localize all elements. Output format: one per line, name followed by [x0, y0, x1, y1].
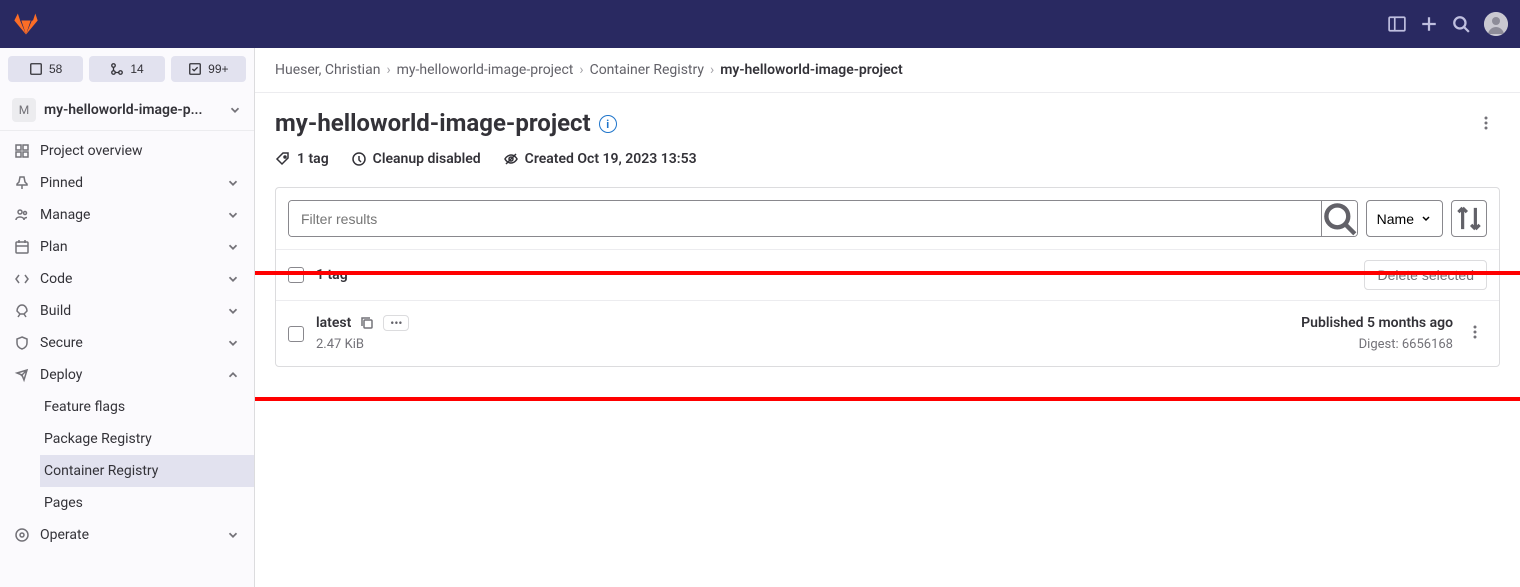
meta-cleanup: Cleanup disabled [351, 151, 481, 167]
sidebar-item-package-registry[interactable]: Package Registry [40, 423, 254, 455]
project-selector[interactable]: M my-helloworld-image-p... [0, 90, 254, 131]
sidebar-item-label: Package Registry [44, 431, 240, 447]
copy-icon[interactable] [359, 315, 375, 331]
tag-count-label: 1 tag [316, 267, 348, 283]
search-button[interactable] [1321, 201, 1357, 236]
meta-tags-label: 1 tag [297, 151, 329, 167]
overview-icon [14, 143, 30, 159]
sidebar-toggle-icon[interactable] [1388, 15, 1406, 33]
sidebar-item-manage[interactable]: Manage [0, 199, 254, 231]
sidebar-item-label: Operate [40, 527, 216, 543]
chevron-down-icon [226, 304, 240, 318]
chevron-down-icon [226, 240, 240, 254]
sidebar-item-label: Container Registry [44, 463, 240, 479]
chevron-up-icon [226, 368, 240, 382]
tag-checkbox[interactable] [288, 326, 304, 342]
sort-dropdown[interactable]: Name [1366, 200, 1443, 237]
rocket-icon [14, 303, 30, 319]
sidebar-item-operate[interactable]: Operate [0, 519, 254, 551]
search-icon[interactable] [1452, 15, 1470, 33]
sidebar-item-deploy[interactable]: Deploy [0, 359, 254, 391]
tag-name: latest [316, 315, 351, 331]
project-avatar: M [12, 98, 36, 122]
more-icon[interactable]: ••• [383, 315, 409, 331]
todos-count: 99+ [208, 62, 228, 76]
chevron-down-icon [226, 208, 240, 222]
sidebar-item-label: Pinned [40, 175, 216, 191]
sort-direction-button[interactable] [1451, 200, 1487, 237]
meta-tags: 1 tag [275, 151, 329, 167]
kebab-menu-icon[interactable] [1463, 320, 1487, 348]
todos-badge[interactable]: 99+ [171, 56, 246, 82]
sidebar-item-feature-flags[interactable]: Feature flags [40, 391, 254, 423]
tag-row: latest ••• 2.47 KiB Published 5 months a… [276, 300, 1499, 366]
sidebar-item-label: Feature flags [44, 399, 240, 415]
breadcrumb: Hueser, Christian › my-helloworld-image-… [255, 48, 1520, 93]
chevron-down-icon [226, 176, 240, 190]
sidebar-item-label: Plan [40, 239, 216, 255]
plus-icon[interactable] [1420, 15, 1438, 33]
sidebar-item-pinned[interactable]: Pinned [0, 167, 254, 199]
sidebar-item-label: Code [40, 271, 216, 287]
chevron-down-icon [226, 272, 240, 286]
meta-cleanup-label: Cleanup disabled [373, 151, 481, 167]
breadcrumb-current: my-helloworld-image-project [720, 62, 902, 78]
chevron-down-icon [228, 103, 242, 117]
sidebar-item-label: Deploy [40, 367, 216, 383]
project-name: my-helloworld-image-p... [44, 102, 220, 118]
tag-published: Published 5 months ago [1301, 315, 1453, 331]
sidebar-item-label: Build [40, 303, 216, 319]
issues-badge[interactable]: 58 [8, 56, 83, 82]
sidebar-item-label: Project overview [40, 143, 240, 159]
breadcrumb-registry[interactable]: Container Registry [590, 62, 704, 78]
sidebar-item-label: Pages [44, 495, 240, 511]
sidebar-item-plan[interactable]: Plan [0, 231, 254, 263]
meta-created-label: Created Oct 19, 2023 13:53 [525, 151, 697, 167]
tag-size: 2.47 KiB [316, 337, 409, 352]
tag-digest: Digest: 6656168 [1301, 337, 1453, 352]
issues-count: 58 [49, 62, 62, 76]
sidebar-item-label: Manage [40, 207, 216, 223]
sidebar-item-build[interactable]: Build [0, 295, 254, 327]
sidebar-item-label: Secure [40, 335, 216, 351]
breadcrumb-sep: › [579, 62, 583, 78]
breadcrumb-sep: › [386, 62, 390, 78]
info-icon[interactable]: i [599, 115, 617, 133]
operate-icon [14, 527, 30, 543]
breadcrumb-user[interactable]: Hueser, Christian [275, 62, 380, 78]
sidebar-item-overview[interactable]: Project overview [0, 135, 254, 167]
sidebar-item-code[interactable]: Code [0, 263, 254, 295]
user-avatar[interactable] [1484, 12, 1508, 36]
eye-off-icon [503, 151, 519, 167]
users-icon [14, 207, 30, 223]
tag-icon [275, 151, 291, 167]
meta-created: Created Oct 19, 2023 13:53 [503, 151, 697, 167]
delete-selected-button[interactable]: Delete selected [1364, 260, 1487, 290]
cleanup-icon [351, 151, 367, 167]
breadcrumb-project[interactable]: my-helloworld-image-project [397, 62, 574, 78]
code-icon [14, 271, 30, 287]
kebab-menu-icon[interactable] [1472, 109, 1500, 141]
merge-count: 14 [130, 62, 143, 76]
pin-icon [14, 175, 30, 191]
sidebar-item-pages[interactable]: Pages [40, 487, 254, 519]
chevron-down-icon [226, 528, 240, 542]
merge-badge[interactable]: 14 [89, 56, 164, 82]
sort-label: Name [1377, 211, 1414, 227]
sidebar-item-container-registry[interactable]: Container Registry [40, 455, 254, 487]
breadcrumb-sep: › [710, 62, 714, 78]
shield-icon [14, 335, 30, 351]
chevron-down-icon [226, 336, 240, 350]
gitlab-logo[interactable] [12, 10, 40, 38]
select-all-checkbox[interactable] [288, 267, 304, 283]
deploy-icon [14, 367, 30, 383]
filter-input[interactable] [289, 201, 1321, 236]
sidebar-item-secure[interactable]: Secure [0, 327, 254, 359]
page-title: my-helloworld-image-project [275, 109, 591, 137]
calendar-icon [14, 239, 30, 255]
